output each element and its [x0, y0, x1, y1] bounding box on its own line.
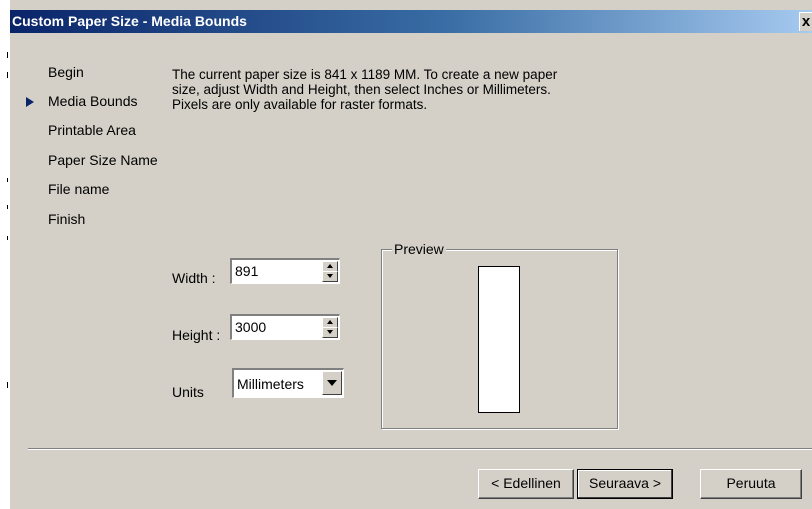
custom-paper-size-dialog: Custom Paper Size - Media Bounds x Begin… — [10, 0, 812, 509]
preview-groupbox: Preview — [381, 241, 618, 429]
step-media-bounds: Media Bounds — [26, 93, 138, 109]
paper-preview — [478, 266, 520, 413]
arrow-down-icon — [327, 274, 333, 278]
units-label: Units — [172, 384, 204, 400]
next-button[interactable]: Seuraava > — [577, 469, 673, 499]
instructions-line-1: The current paper size is 841 x 1189 MM.… — [172, 67, 558, 82]
button-separator — [28, 448, 812, 450]
step-paper-size-name: Paper Size Name — [48, 152, 158, 168]
step-begin: Begin — [48, 64, 84, 80]
close-button[interactable]: x — [799, 12, 812, 31]
units-select[interactable]: Millimeters — [232, 368, 344, 398]
step-file-name: File name — [48, 181, 110, 197]
arrow-up-icon — [327, 264, 333, 268]
step-media-bounds-label: Media Bounds — [48, 93, 138, 109]
width-label: Width : — [172, 270, 216, 286]
arrow-up-icon — [327, 320, 333, 324]
background-artifact — [7, 236, 8, 240]
instructions-line-2: size, adjust Width and Height, then sele… — [172, 82, 551, 97]
width-decrement-button[interactable] — [322, 271, 338, 282]
back-button[interactable]: < Edellinen — [478, 469, 574, 499]
background-artifact — [7, 382, 8, 388]
background-artifact — [7, 72, 8, 78]
height-label: Height : — [172, 327, 221, 343]
step-printable-area: Printable Area — [48, 122, 136, 138]
width-spinbox[interactable]: 891 — [230, 258, 340, 284]
cancel-button[interactable]: Peruuta — [700, 469, 802, 499]
width-spin-buttons — [322, 261, 338, 282]
step-finish: Finish — [48, 211, 86, 227]
current-step-arrow-icon — [26, 97, 34, 107]
height-spin-buttons — [322, 317, 338, 338]
height-decrement-button[interactable] — [322, 327, 338, 338]
height-spinbox[interactable]: 3000 — [230, 314, 340, 340]
units-dropdown-button[interactable] — [322, 371, 342, 395]
arrow-down-icon — [327, 330, 333, 334]
background-artifact — [7, 178, 8, 182]
units-value: Millimeters — [237, 376, 304, 392]
instructions-text: The current paper size is 841 x 1189 MM.… — [172, 67, 652, 112]
height-value[interactable]: 3000 — [235, 319, 266, 335]
background-artifact — [7, 205, 8, 209]
width-value[interactable]: 891 — [235, 263, 258, 279]
instructions-line-3: Pixels are only available for raster for… — [172, 97, 428, 112]
chevron-down-icon — [327, 380, 337, 386]
preview-label: Preview — [392, 241, 446, 257]
window-title: Custom Paper Size - Media Bounds — [12, 13, 247, 29]
background-strip — [0, 0, 10, 509]
background-artifact — [7, 52, 8, 58]
title-bar[interactable]: Custom Paper Size - Media Bounds x — [10, 10, 812, 33]
